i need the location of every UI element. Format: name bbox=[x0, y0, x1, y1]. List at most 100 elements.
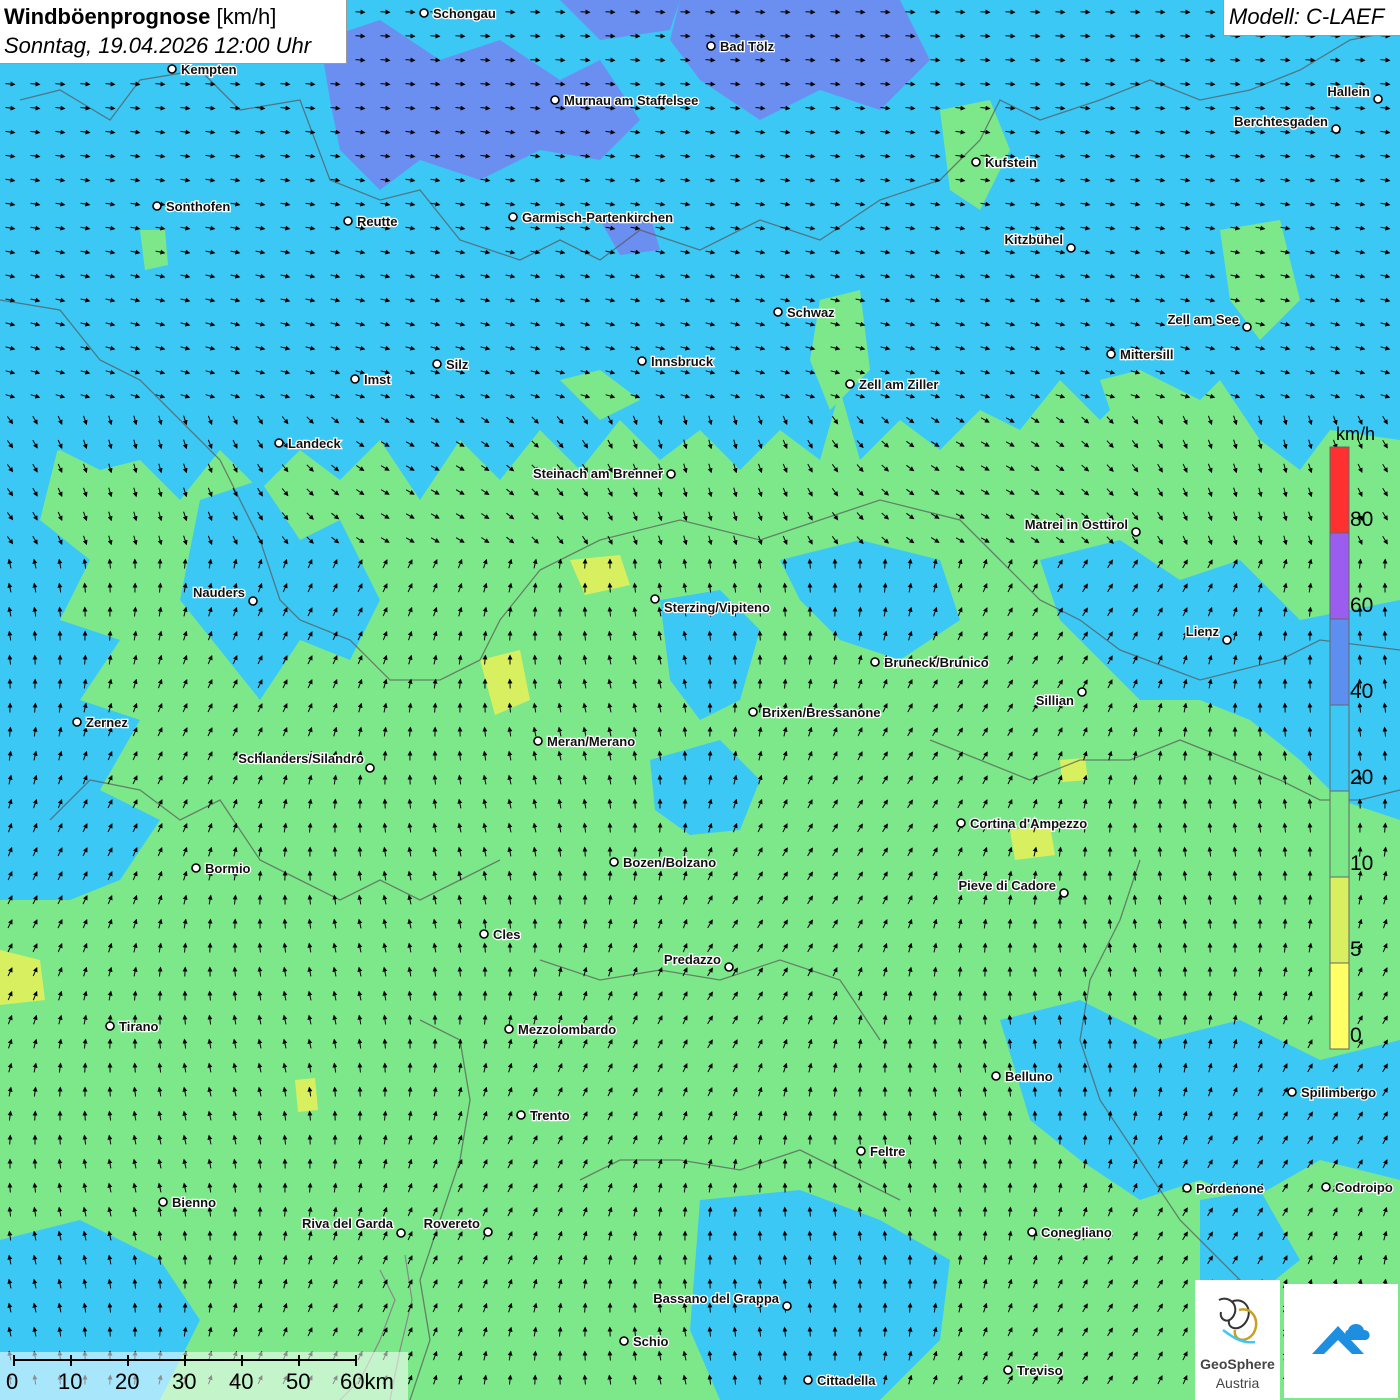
city-marker[interactable]: Spilimbergo bbox=[1287, 1084, 1377, 1101]
wind-arrow bbox=[905, 33, 916, 39]
city-marker[interactable]: Conegliano bbox=[1027, 1224, 1113, 1241]
wind-arrow bbox=[1155, 33, 1166, 39]
wind-arrow bbox=[1155, 9, 1166, 15]
wind-arrow bbox=[757, 1230, 763, 1241]
city-dot bbox=[350, 374, 360, 384]
wind-arrow bbox=[782, 1206, 788, 1217]
wind-arrow bbox=[930, 9, 941, 15]
wind-arrow bbox=[182, 1302, 188, 1313]
city-label: Innsbruck bbox=[651, 354, 714, 369]
city-dot bbox=[1242, 322, 1252, 332]
city-dot bbox=[856, 1146, 866, 1156]
scale-label-0: 0 bbox=[6, 1369, 19, 1394]
city-marker[interactable]: Garmisch-Partenkirchen bbox=[508, 209, 674, 226]
app-logo[interactable] bbox=[1284, 1284, 1398, 1398]
wind-arrow bbox=[1180, 33, 1191, 39]
city-label: Garmisch-Partenkirchen bbox=[522, 210, 673, 225]
wind-arrow bbox=[1107, 822, 1113, 833]
wind-arrow bbox=[980, 33, 991, 39]
wind-arrow bbox=[132, 1062, 138, 1073]
city-marker[interactable]: Mezzolombardo bbox=[504, 1021, 618, 1038]
wind-arrow bbox=[882, 558, 888, 569]
city-dot bbox=[1131, 527, 1141, 537]
city-label: Lienz bbox=[1186, 624, 1220, 639]
city-marker[interactable]: Steinach am Brenner bbox=[532, 465, 676, 482]
city-label: Silz bbox=[446, 357, 469, 372]
wind-arrow bbox=[555, 33, 566, 39]
wind-arrow bbox=[955, 9, 966, 15]
legend-label-60: 60 bbox=[1350, 594, 1374, 617]
wind-arrow bbox=[32, 1158, 38, 1169]
scale-label-20: 20 bbox=[115, 1369, 140, 1394]
wind-arrow bbox=[1382, 606, 1388, 617]
city-dot bbox=[248, 596, 258, 606]
wind-gust-map[interactable]: Schongau Kempten Bad Tölz Murnau am Staffel… bbox=[0, 0, 1400, 1400]
city-label: Landeck bbox=[288, 436, 342, 451]
wind-arrow bbox=[532, 606, 538, 617]
geosphere-logo[interactable]: GeoSphere Austria bbox=[1195, 1280, 1280, 1400]
city-marker[interactable]: Zell am Ziller bbox=[845, 376, 940, 393]
wind-arrow bbox=[405, 33, 416, 39]
wind-arrow bbox=[1205, 9, 1216, 15]
wind-arrow bbox=[632, 558, 638, 569]
wind-arrow bbox=[1157, 1038, 1163, 1049]
city-label: Pieve di Cadore bbox=[958, 878, 1056, 893]
wind-arrow bbox=[807, 1182, 813, 1193]
wind-arrow bbox=[705, 33, 716, 39]
wind-arrow bbox=[7, 1134, 13, 1145]
wind-arrow bbox=[505, 9, 516, 15]
wind-arrow bbox=[1105, 9, 1116, 15]
wind-arrow bbox=[655, 9, 666, 15]
city-label: Murnau am Staffelsee bbox=[564, 93, 698, 108]
city-dot bbox=[1182, 1183, 1192, 1193]
wind-arrow bbox=[855, 33, 866, 39]
city-marker[interactable]: Brixen/Bressanone bbox=[748, 704, 882, 721]
wind-arrow bbox=[1205, 33, 1216, 39]
city-marker[interactable]: Pordenone bbox=[1182, 1180, 1265, 1197]
city-label: Belluno bbox=[1005, 1069, 1053, 1084]
city-marker[interactable]: Meran/Merano bbox=[533, 733, 636, 750]
city-label: Conegliano bbox=[1041, 1225, 1112, 1240]
city-label: Feltre bbox=[870, 1144, 905, 1159]
wind-arrow bbox=[1082, 846, 1088, 857]
wind-arrow bbox=[1007, 1134, 1013, 1145]
city-dot bbox=[1331, 124, 1341, 134]
wind-arrow bbox=[1032, 966, 1038, 977]
scale-label-30: 30 bbox=[172, 1369, 197, 1394]
city-dot bbox=[666, 469, 676, 479]
wind-arrow bbox=[907, 1230, 913, 1241]
city-marker[interactable]: Murnau am Staffelsee bbox=[550, 92, 700, 109]
wind-arrow bbox=[1282, 918, 1288, 929]
wind-arrow bbox=[580, 33, 591, 39]
city-label: Riva del Garda bbox=[302, 1216, 394, 1231]
wind-arrow bbox=[830, 9, 841, 15]
city-dot bbox=[971, 157, 981, 167]
wind-arrow bbox=[682, 750, 688, 761]
wind-arrow bbox=[1132, 798, 1138, 809]
city-marker[interactable]: Bruneck/Brunico bbox=[870, 654, 990, 671]
wind-arrow bbox=[1357, 630, 1363, 641]
city-marker[interactable]: Cortina d'Ampezzo bbox=[956, 815, 1089, 832]
wind-arrow bbox=[882, 1110, 888, 1121]
wind-arrow bbox=[82, 1110, 88, 1121]
wind-arrow bbox=[630, 33, 641, 39]
city-label: Codroipo bbox=[1335, 1180, 1393, 1195]
legend-label-40: 40 bbox=[1350, 680, 1374, 703]
legend-label-5: 5 bbox=[1350, 938, 1362, 961]
city-dot bbox=[1287, 1087, 1297, 1097]
city-dot bbox=[1077, 687, 1087, 697]
wind-arrow bbox=[730, 33, 741, 39]
city-marker[interactable]: Bozen/Bolzano bbox=[609, 854, 717, 871]
city-dot bbox=[619, 1336, 629, 1346]
wind-arrow bbox=[1157, 774, 1163, 785]
wind-arrow bbox=[380, 9, 391, 15]
city-label: Bassano del Grappa bbox=[653, 1291, 779, 1306]
city-label: Trento bbox=[530, 1108, 570, 1123]
wind-arrow bbox=[855, 9, 866, 15]
city-label: Zell am See bbox=[1167, 312, 1239, 327]
city-label: Bormio bbox=[205, 861, 251, 876]
city-label: Sterzing/Vipiteno bbox=[664, 600, 770, 615]
city-label: Cortina d'Ampezzo bbox=[970, 816, 1087, 831]
wind-arrow bbox=[1057, 1086, 1063, 1097]
geosphere-logo-sub: Austria bbox=[1215, 1375, 1260, 1391]
